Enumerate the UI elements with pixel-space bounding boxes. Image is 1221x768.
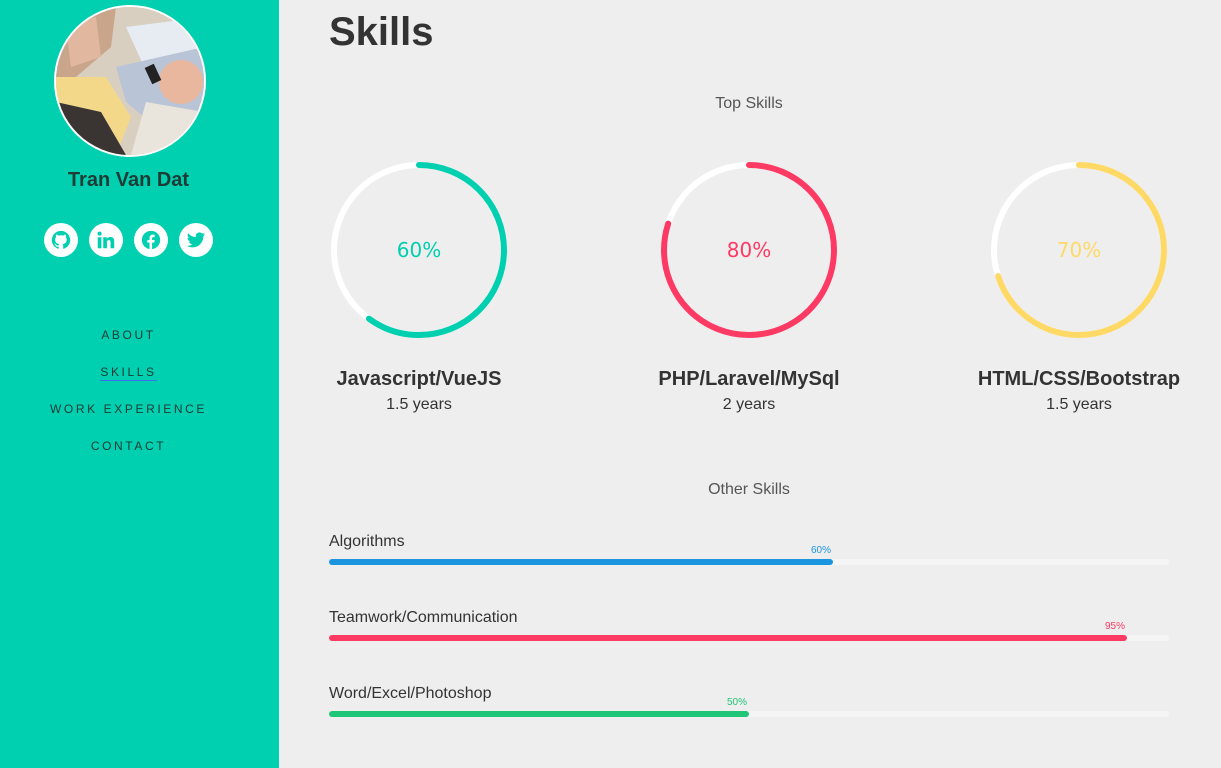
avatar (54, 5, 206, 157)
twitter-link[interactable] (179, 223, 213, 257)
nav-work-experience-label: WORK EXPERIENCE (49, 402, 208, 416)
github-link[interactable] (44, 223, 78, 257)
skill-name: PHP/Laravel/MySql (658, 368, 840, 390)
nav-skills-label: SKILLS (100, 365, 157, 381)
nav-about-label: ABOUT (101, 328, 156, 342)
page-title: Skills (329, 10, 434, 54)
skill-name: Javascript/VueJS (336, 368, 502, 390)
ring-percent: 60% (397, 238, 441, 262)
linkedin-link[interactable] (89, 223, 123, 257)
linkedin-icon (97, 231, 115, 249)
skill-bar-fill (329, 711, 749, 717)
skill-bar-percent: 50% (727, 697, 748, 708)
main-nav: ABOUT SKILLS WORK EXPERIENCE CONTACT (0, 326, 257, 474)
twitter-icon (186, 232, 206, 248)
skill-years: 1.5 years (386, 396, 452, 413)
skill-bar-percent: 60% (811, 545, 832, 556)
top-skill-card: 60% Javascript/VueJS 1.5 years (329, 160, 509, 413)
facebook-link[interactable] (134, 223, 168, 257)
nav-work-experience[interactable]: WORK EXPERIENCE (0, 400, 257, 437)
facebook-icon (141, 230, 161, 250)
profile-name: Tran Van Dat (67, 169, 190, 191)
skill-bar-fill (329, 559, 833, 565)
nav-skills[interactable]: SKILLS (0, 363, 257, 400)
skill-bar-label: Word/Excel/Photoshop (329, 685, 492, 702)
skill-name: HTML/CSS/Bootstrap (977, 368, 1181, 390)
other-skills-heading: Other Skills (708, 481, 790, 498)
top-skill-card: 80% PHP/Laravel/MySql 2 years (658, 160, 840, 413)
skill-bar-track (329, 635, 1169, 641)
nav-about[interactable]: ABOUT (0, 326, 257, 363)
ring-percent: 80% (727, 238, 771, 262)
top-skill-card: 70% HTML/CSS/Bootstrap 1.5 years (978, 160, 1180, 413)
sidebar: Tran Van Dat ABOUT SKILLS WORK EXPERIENC… (0, 0, 279, 768)
skill-years: 2 years (722, 396, 776, 413)
nav-contact-label: CONTACT (90, 439, 167, 453)
skill-bar-label: Teamwork/Communication (329, 609, 518, 626)
nav-contact[interactable]: CONTACT (0, 437, 257, 474)
ring-percent: 70% (1057, 238, 1101, 262)
skill-bar-track (329, 559, 1169, 565)
skill-bar-percent: 95% (1105, 621, 1126, 632)
skill-bar-track (329, 711, 1169, 717)
progress-ring: 70% (991, 162, 1167, 338)
progress-ring: 80% (661, 162, 837, 338)
top-skills-heading: Top Skills (715, 95, 783, 112)
social-links (44, 223, 213, 257)
skill-bar-label: Algorithms (329, 533, 405, 550)
skill-bar-fill (329, 635, 1127, 641)
progress-ring: 60% (331, 162, 507, 338)
github-icon (51, 230, 71, 249)
skill-years: 1.5 years (1046, 396, 1112, 413)
